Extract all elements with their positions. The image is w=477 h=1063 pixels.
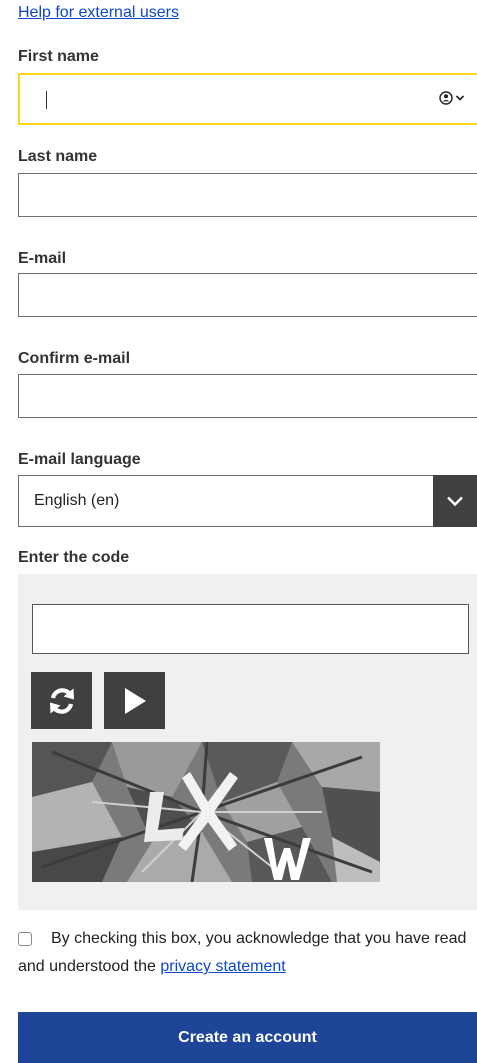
email-language-value: English (en) (34, 492, 120, 509)
chevron-down-icon (447, 496, 463, 507)
autofill-button[interactable] (439, 91, 465, 105)
last-name-label: Last name (18, 148, 98, 165)
first-name-label: First name (18, 48, 99, 65)
create-account-button[interactable]: Create an account (18, 1012, 477, 1063)
refresh-icon (49, 687, 74, 714)
email-language-label: E-mail language (18, 451, 141, 468)
email-input[interactable] (18, 273, 477, 317)
contact-card-icon (439, 91, 453, 105)
captcha-audio-button[interactable] (104, 672, 165, 729)
help-external-users-link[interactable]: Help for external users (18, 4, 179, 22)
captcha-refresh-button[interactable] (31, 672, 92, 729)
select-dropdown-button[interactable] (433, 475, 477, 527)
text-caret (46, 91, 47, 109)
captcha-input[interactable] (32, 604, 469, 654)
captcha-label: Enter the code (18, 549, 130, 566)
play-icon (124, 687, 146, 714)
confirm-email-input[interactable] (18, 374, 477, 418)
email-language-select[interactable]: English (en) (18, 475, 477, 527)
privacy-consent-text: By checking this box, you acknowledge th… (18, 925, 473, 981)
captcha-image (32, 742, 380, 882)
email-label: E-mail (18, 250, 67, 267)
first-name-input[interactable] (18, 73, 477, 125)
privacy-statement-link[interactable]: privacy statement (160, 958, 285, 975)
last-name-input[interactable] (18, 173, 477, 217)
captcha-panel (18, 574, 477, 910)
chevron-down-icon (455, 95, 465, 101)
confirm-email-label: Confirm e-mail (18, 350, 131, 367)
